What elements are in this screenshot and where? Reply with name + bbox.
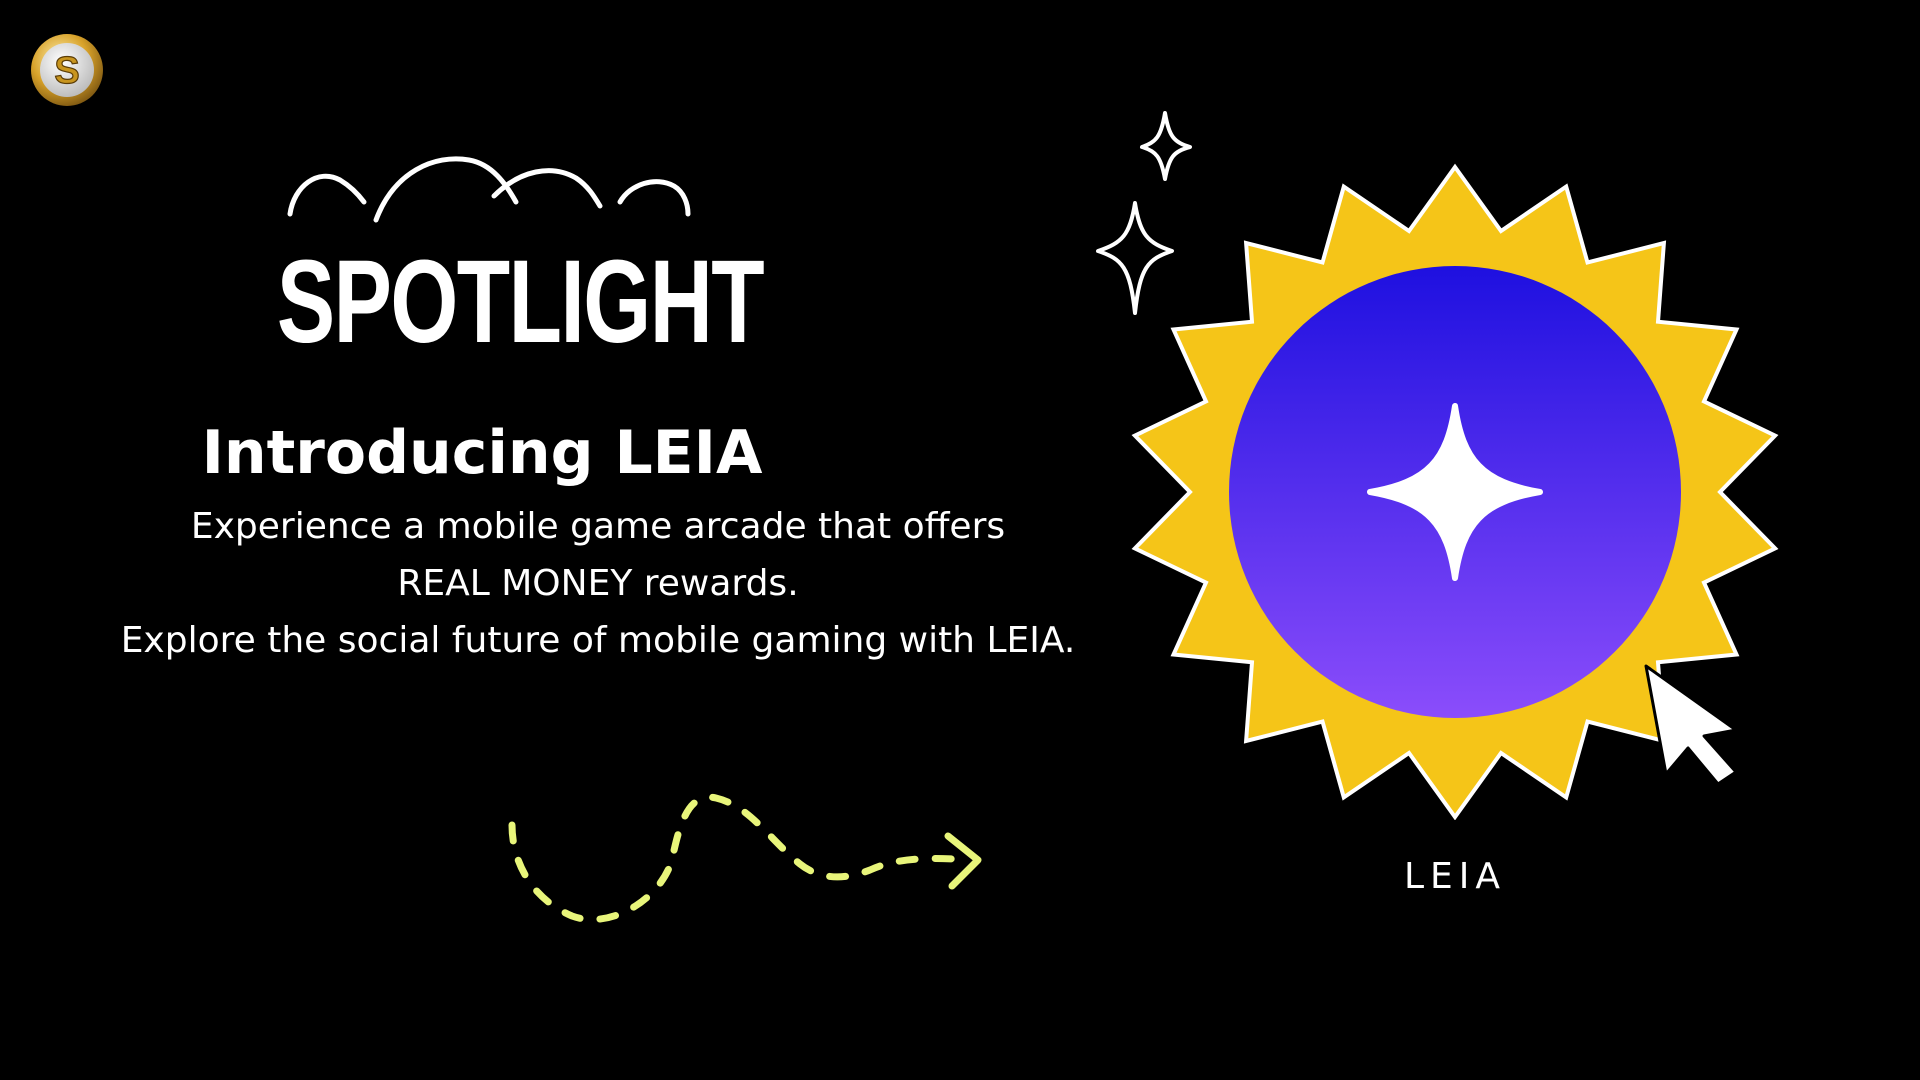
scribble-decoration <box>287 156 691 223</box>
badge-label: LEIA <box>1403 856 1507 897</box>
page-subtitle: Introducing LEIA <box>201 418 763 488</box>
logo-letter: S <box>54 50 79 92</box>
description-line: REAL MONEY rewards. <box>397 563 799 604</box>
dashed-arrow-icon <box>508 793 982 923</box>
description: Experience a mobile game arcade that off… <box>0 498 1196 669</box>
pointer-cursor-icon <box>1644 664 1738 786</box>
page-title: SPOTLIGHT <box>276 236 765 368</box>
description-line: Experience a mobile game arcade that off… <box>190 506 1006 547</box>
description-line: Explore the social future of mobile gami… <box>120 620 1076 661</box>
brand-logo: S <box>31 34 103 106</box>
